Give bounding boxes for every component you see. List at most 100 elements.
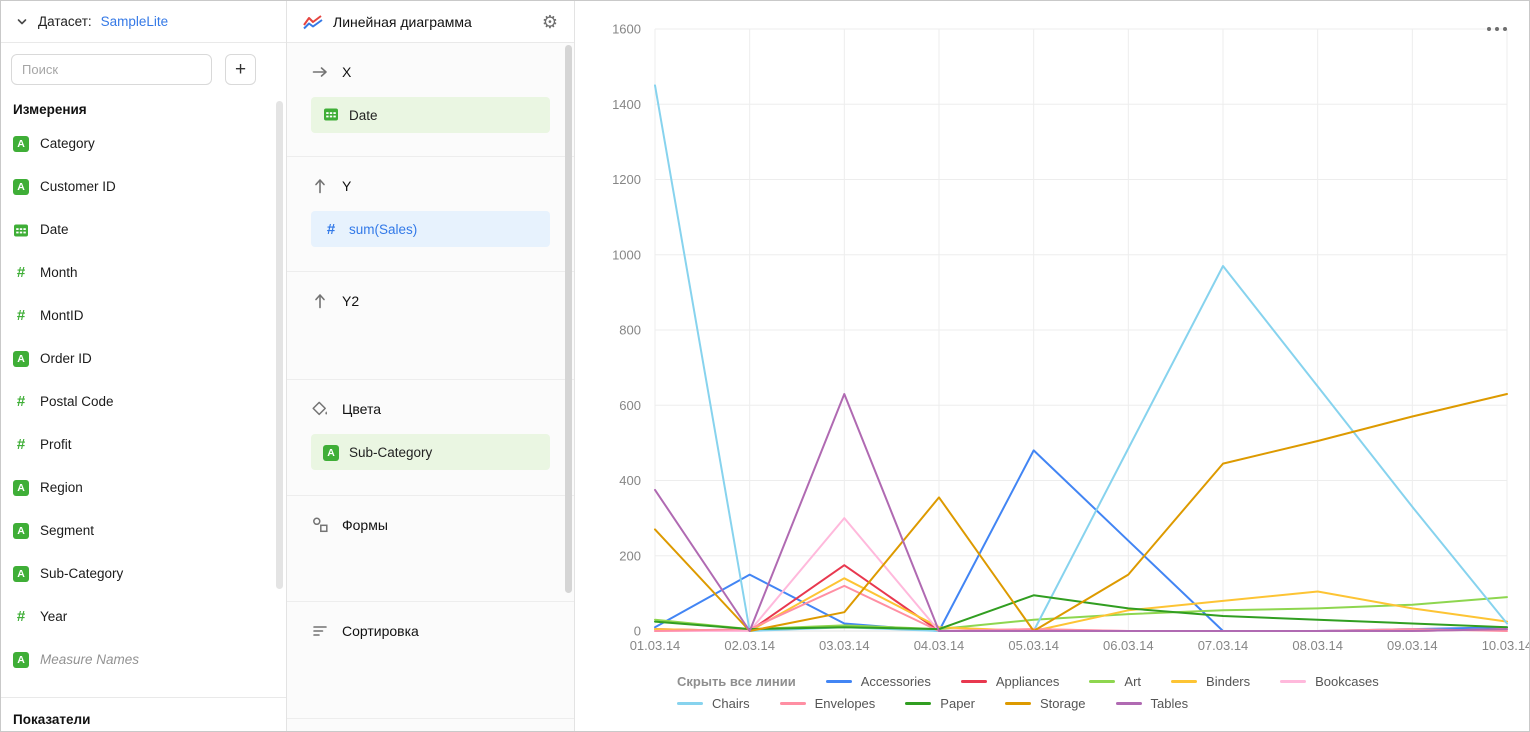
- y2-axis-icon: [311, 292, 329, 310]
- legend: Скрыть все линии Accessories Appliances Art…: [575, 670, 1529, 714]
- field-item-year[interactable]: # Year: [1, 595, 286, 638]
- sort-icon: [311, 622, 329, 640]
- string-field-icon: A: [13, 566, 29, 582]
- field-label: Measure Names: [40, 652, 139, 667]
- field-item-measure-names[interactable]: AMeasure Names: [1, 638, 286, 681]
- legend-label: Appliances: [996, 674, 1060, 689]
- field-item-region[interactable]: A Region: [1, 466, 286, 509]
- legend-row-2: Chairs Envelopes Paper Storage Tables: [677, 692, 1529, 714]
- series-storage[interactable]: [655, 394, 1507, 631]
- legend-item-bookcases[interactable]: Bookcases: [1280, 674, 1379, 689]
- section-sort-label: Сортировка: [342, 623, 419, 639]
- section-shapes-label: Формы: [342, 517, 388, 533]
- dataset-scrollbar[interactable]: [276, 101, 283, 589]
- field-item-date[interactable]: Date: [1, 208, 286, 251]
- field-label: Year: [40, 609, 67, 624]
- field-item-month[interactable]: #Month: [1, 251, 286, 294]
- date-field-icon: [13, 222, 29, 238]
- dimensions-title: Измерения: [1, 93, 286, 122]
- field-label: Sub-Category: [40, 566, 123, 581]
- field-label: Postal Code: [40, 394, 114, 409]
- legend-label: Paper: [940, 696, 975, 711]
- field-label: Category: [40, 136, 95, 151]
- legend-label: Envelopes: [815, 696, 876, 711]
- y-field-pill[interactable]: # sum(Sales): [311, 211, 550, 247]
- legend-hide-all[interactable]: Скрыть все линии: [677, 674, 796, 689]
- field-label: Customer ID: [40, 179, 116, 194]
- dataset-panel: Датасет: SampleLite + Измерения A Categor…: [1, 1, 287, 731]
- svg-text:02.03.14: 02.03.14: [724, 638, 775, 653]
- section-colors-label: Цвета: [342, 401, 381, 417]
- series-tables[interactable]: [655, 394, 1507, 631]
- config-panel: Линейная диаграмма ⚙ X Date: [287, 1, 575, 731]
- field-item-customer-id[interactable]: A Customer ID: [1, 165, 286, 208]
- legend-item-appliances[interactable]: Appliances: [961, 674, 1060, 689]
- legend-item-storage[interactable]: Storage: [1005, 696, 1086, 711]
- field-item-postal-code[interactable]: # Postal Code: [1, 380, 286, 423]
- x-axis-icon: [311, 63, 329, 81]
- legend-item-binders[interactable]: Binders: [1171, 674, 1250, 689]
- svg-text:0: 0: [634, 624, 641, 639]
- number-field-icon: #: [13, 394, 29, 410]
- line-chart-type-icon: [303, 14, 323, 30]
- shapes-icon: [311, 516, 329, 534]
- legend-item-paper[interactable]: Paper: [905, 696, 975, 711]
- legend-swatch: [1005, 702, 1031, 705]
- number-field-icon: #: [13, 609, 29, 625]
- legend-swatch: [1089, 680, 1115, 683]
- chevron-down-icon[interactable]: [15, 15, 29, 29]
- colors-field-label: Sub-Category: [349, 445, 432, 460]
- legend-item-envelopes[interactable]: Envelopes: [780, 696, 876, 711]
- field-item-montid[interactable]: #MontID: [1, 294, 286, 337]
- field-item-order-id[interactable]: A Order ID: [1, 337, 286, 380]
- legend-item-tables[interactable]: Tables: [1116, 696, 1189, 711]
- svg-text:07.03.14: 07.03.14: [1198, 638, 1249, 653]
- svg-text:1000: 1000: [612, 247, 641, 262]
- field-label: Segment: [40, 523, 94, 538]
- dataset-name-link[interactable]: SampleLite: [101, 14, 169, 29]
- dataset-header: Датасет: SampleLite: [1, 1, 286, 43]
- svg-text:04.03.14: 04.03.14: [914, 638, 965, 653]
- config-header: Линейная диаграмма ⚙: [287, 1, 574, 43]
- section-sort: Сортировка: [287, 602, 574, 719]
- colors-field-pill[interactable]: A Sub-Category: [311, 434, 550, 470]
- svg-text:1400: 1400: [612, 97, 641, 112]
- string-field-icon: A: [13, 136, 29, 152]
- search-input[interactable]: [11, 54, 212, 85]
- chart-type-title: Линейная диаграмма: [333, 14, 472, 30]
- measures-title: Показатели: [1, 697, 286, 731]
- settings-gear-icon[interactable]: ⚙: [542, 13, 558, 31]
- number-field-icon: #: [13, 437, 29, 453]
- field-label: Profit: [40, 437, 72, 452]
- string-field-icon: A: [13, 523, 29, 539]
- config-scrollbar[interactable]: [565, 45, 572, 593]
- field-item-sub-category[interactable]: A Sub-Category: [1, 552, 286, 595]
- legend-label: Accessories: [861, 674, 931, 689]
- string-field-icon: A: [13, 480, 29, 496]
- number-field-icon: #: [323, 221, 339, 237]
- legend-item-art[interactable]: Art: [1089, 674, 1141, 689]
- field-label: Region: [40, 480, 83, 495]
- field-item-segment[interactable]: A Segment: [1, 509, 286, 552]
- search-row: +: [1, 43, 286, 93]
- x-field-pill[interactable]: Date: [311, 97, 550, 133]
- legend-label: Tables: [1151, 696, 1189, 711]
- field-label: Order ID: [40, 351, 92, 366]
- field-item-category[interactable]: A Category: [1, 122, 286, 165]
- chart-menu-dots[interactable]: [1487, 27, 1507, 31]
- legend-row-1: Скрыть все линии Accessories Appliances Art…: [677, 670, 1529, 692]
- legend-item-accessories[interactable]: Accessories: [826, 674, 931, 689]
- field-item-profit[interactable]: # Profit: [1, 423, 286, 466]
- y-field-label: sum(Sales): [349, 222, 417, 237]
- app-window: Датасет: SampleLite + Измерения A Categor…: [0, 0, 1530, 732]
- line-chart[interactable]: 0200400600800100012001400160001.03.1402.…: [575, 1, 1529, 668]
- field-label: MontID: [40, 308, 84, 323]
- section-y2-label: Y2: [342, 293, 359, 309]
- legend-item-chairs[interactable]: Chairs: [677, 696, 750, 711]
- section-y: Y # sum(Sales): [287, 157, 574, 272]
- legend-swatch: [780, 702, 806, 705]
- string-field-icon: A: [13, 179, 29, 195]
- svg-text:10.03.14: 10.03.14: [1482, 638, 1529, 653]
- add-field-button[interactable]: +: [225, 54, 256, 85]
- string-field-icon: A: [13, 351, 29, 367]
